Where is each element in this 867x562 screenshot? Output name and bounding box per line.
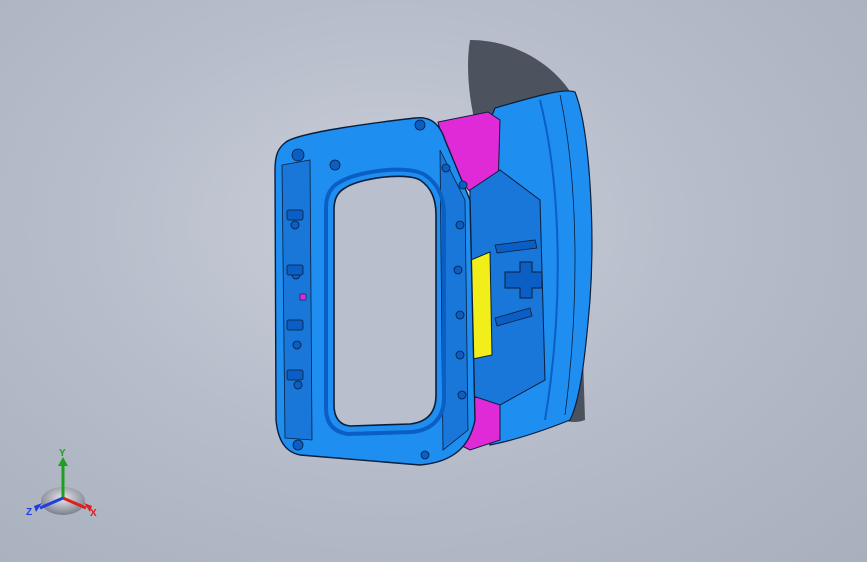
reference-triad[interactable]: Y X Z	[18, 446, 108, 526]
small-marker	[299, 293, 307, 301]
x-axis-label: X	[90, 508, 97, 519]
z-axis-label: Z	[26, 507, 32, 518]
cad-model-3d[interactable]	[0, 0, 867, 562]
window-opening	[333, 175, 437, 427]
frame-side-strip	[281, 159, 313, 441]
y-axis-label: Y	[59, 448, 66, 459]
graphics-viewport[interactable]: Y X Z	[0, 0, 867, 562]
